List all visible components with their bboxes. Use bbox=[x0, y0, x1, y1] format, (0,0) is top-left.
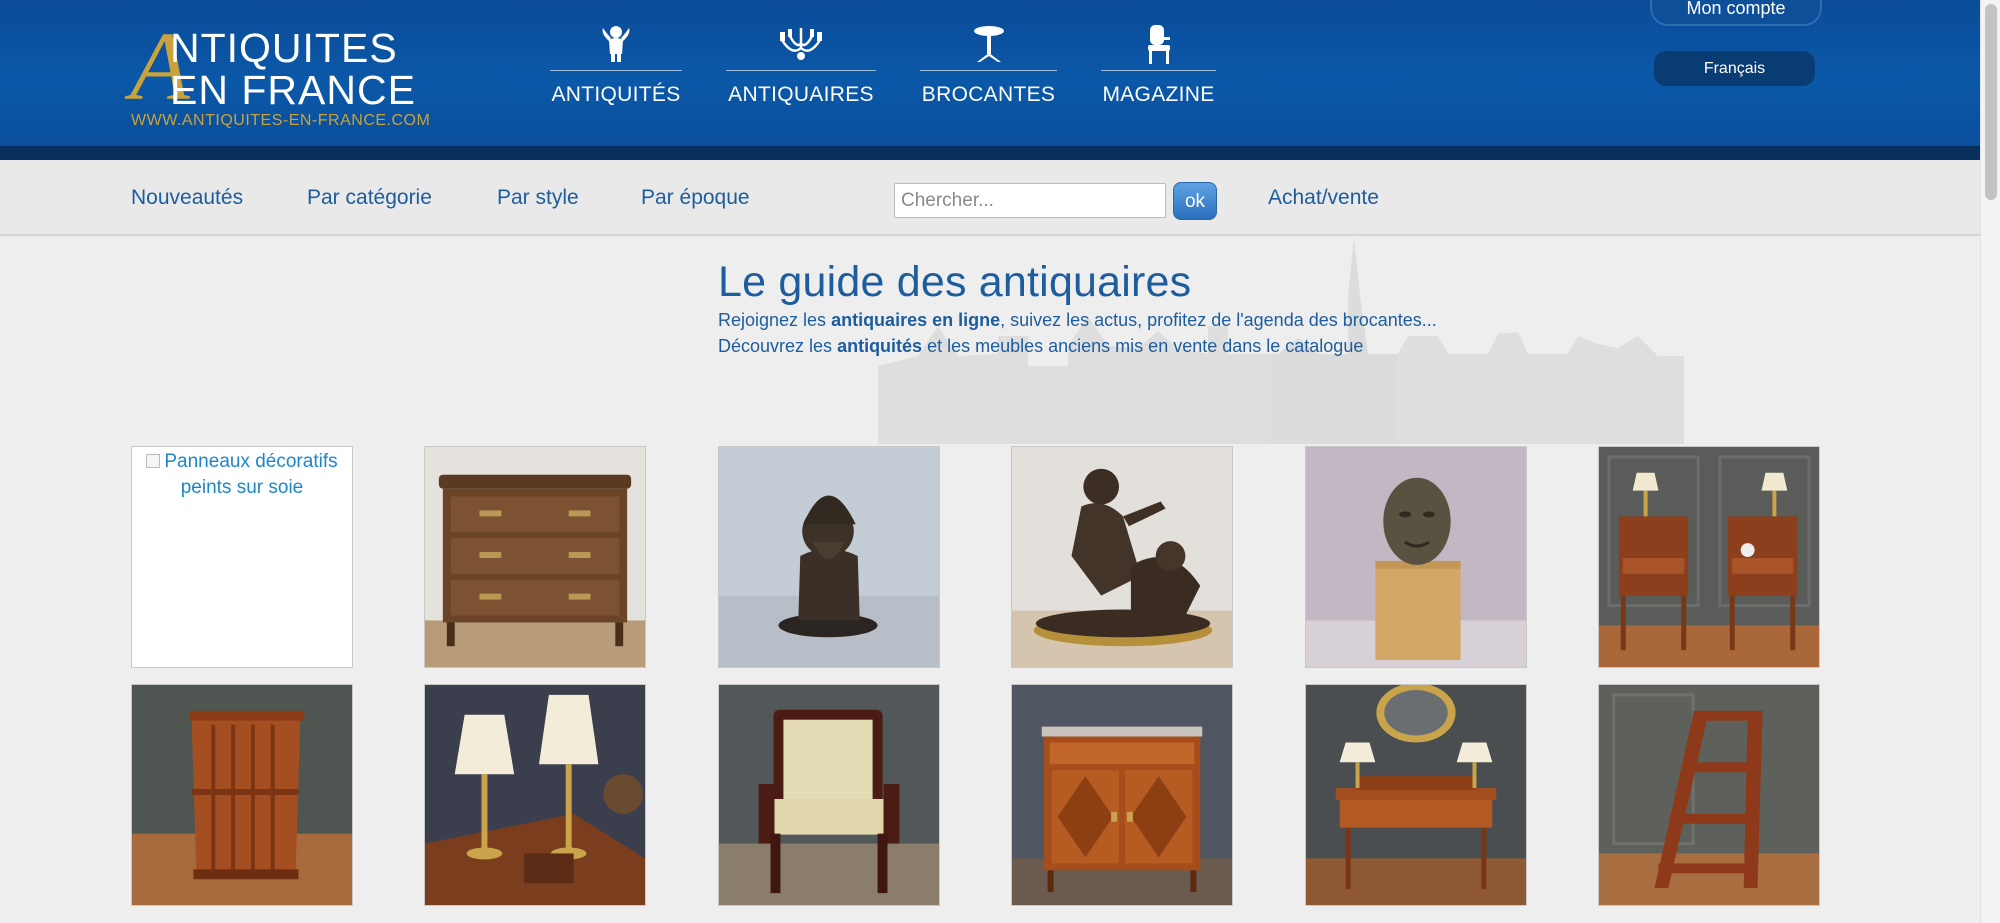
hero-line-1-text: Rejoignez les bbox=[718, 310, 832, 330]
nav-separator bbox=[550, 70, 682, 71]
revolving-bookcase-image[interactable] bbox=[131, 684, 353, 906]
product-thumb-broken[interactable]: Panneaux décoratifs peints sur soie bbox=[131, 446, 353, 668]
nav-antiquaires[interactable]: ANTIQUAIRES bbox=[726, 22, 876, 112]
subnav-par-style[interactable]: Par style bbox=[497, 186, 579, 210]
page-title: Le guide des antiquaires bbox=[718, 258, 1192, 306]
pair-brass-lamps-image[interactable] bbox=[424, 684, 646, 906]
broken-image-icon bbox=[146, 454, 161, 468]
hero-line-2-text: et les meubles anciens mis en vente dans… bbox=[922, 336, 1364, 356]
nav-separator bbox=[726, 70, 876, 71]
chair-icon bbox=[1101, 22, 1216, 66]
hero-line-2-link[interactable]: antiquités bbox=[837, 336, 922, 356]
logo-line-1: NTIQUITES bbox=[170, 25, 398, 71]
cherub-icon bbox=[550, 22, 682, 66]
chandelier-icon bbox=[726, 22, 876, 66]
hero-line-2: Découvrez les antiquités et les meubles … bbox=[718, 336, 1363, 357]
site-logo[interactable]: A NTIQUITES EN FRANCE WWW.ANTIQUITES-EN-… bbox=[130, 18, 440, 134]
hero-line-2-text: Découvrez les bbox=[718, 336, 838, 356]
scrollbar-thumb[interactable] bbox=[1985, 4, 1997, 200]
hero-line-1-text: , suivez les actus, profitez de l'agenda… bbox=[1000, 310, 1437, 330]
hero-line-1: Rejoignez les antiquaires en ligne, suiv… bbox=[718, 310, 1437, 331]
broken-image-text: Panneaux décoratifs peints sur soie bbox=[164, 451, 338, 498]
nav-separator bbox=[1101, 70, 1216, 71]
dressing-table-image[interactable] bbox=[1305, 684, 1527, 906]
nav-antiquites[interactable]: ANTIQUITÉS bbox=[550, 22, 682, 112]
bronze-head-sculpture-image[interactable] bbox=[1305, 446, 1527, 668]
subnav-par-epoque[interactable]: Par époque bbox=[641, 186, 750, 210]
nav-label: ANTIQUITÉS bbox=[551, 83, 681, 106]
nav-label: BROCANTES bbox=[921, 83, 1056, 106]
commode-chest-image[interactable] bbox=[424, 446, 646, 668]
marquetry-cabinet-image[interactable] bbox=[1011, 684, 1233, 906]
site-header: A NTIQUITES EN FRANCE WWW.ANTIQUITES-EN-… bbox=[0, 0, 1980, 146]
hero-line-1-link[interactable]: antiquaires en ligne bbox=[831, 310, 1000, 330]
pair-bedside-tables-image[interactable] bbox=[1598, 446, 1820, 668]
account-button[interactable]: Mon compte bbox=[1650, 0, 1822, 26]
broken-image-alt: Panneaux décoratifs peints sur soie bbox=[132, 447, 352, 503]
bronze-putti-sculpture-image[interactable] bbox=[1011, 446, 1233, 668]
header-stripe bbox=[0, 146, 1980, 160]
nav-separator bbox=[920, 70, 1057, 71]
subnav-achat-vente[interactable]: Achat/vente bbox=[1268, 186, 1379, 210]
page-scrollbar[interactable] bbox=[1980, 0, 2000, 923]
search-submit-button[interactable]: ok bbox=[1173, 182, 1217, 220]
logo-url: WWW.ANTIQUITES-EN-FRANCE.COM bbox=[131, 112, 431, 129]
nav-magazine[interactable]: MAGAZINE bbox=[1101, 22, 1216, 112]
subnav-par-categorie[interactable]: Par catégorie bbox=[307, 186, 432, 210]
subnav-nouveautes[interactable]: Nouveautés bbox=[131, 186, 243, 210]
library-step-ladder-image[interactable] bbox=[1598, 684, 1820, 906]
secondary-nav: Nouveautés Par catégorie Par style Par é… bbox=[0, 160, 1980, 236]
armchair-image[interactable] bbox=[718, 684, 940, 906]
logo-line-2: EN FRANCE bbox=[170, 67, 416, 113]
search-input[interactable] bbox=[894, 183, 1166, 218]
nav-label: ANTIQUAIRES bbox=[728, 83, 874, 106]
pedestal-table-icon bbox=[920, 22, 1057, 66]
language-selector[interactable]: Français bbox=[1654, 51, 1815, 86]
bronze-gnome-statuette-image[interactable] bbox=[718, 446, 940, 668]
nav-brocantes[interactable]: BROCANTES bbox=[920, 22, 1057, 112]
nav-label: MAGAZINE bbox=[1102, 83, 1215, 106]
